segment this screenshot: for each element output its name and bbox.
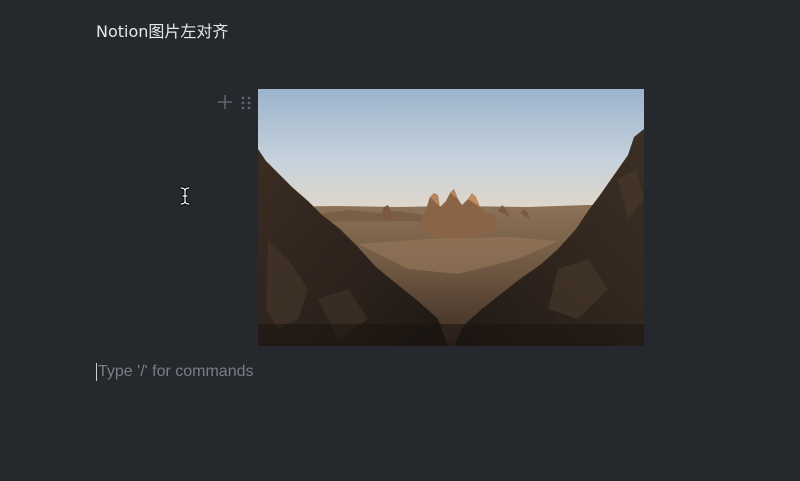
block-handles bbox=[216, 93, 256, 113]
notion-page: Notion图片左对齐 Type '/' for commands bbox=[0, 0, 800, 481]
plus-icon[interactable] bbox=[216, 93, 234, 111]
landscape-image bbox=[258, 89, 644, 346]
empty-text-block[interactable]: Type '/' for commands bbox=[96, 362, 254, 382]
text-caret bbox=[96, 363, 97, 381]
drag-handle-icon[interactable] bbox=[240, 95, 252, 111]
page-title[interactable]: Notion图片左对齐 bbox=[96, 22, 228, 42]
image-block[interactable] bbox=[258, 89, 644, 346]
placeholder-text: Type '/' for commands bbox=[98, 363, 254, 380]
text-cursor-icon bbox=[179, 186, 191, 206]
